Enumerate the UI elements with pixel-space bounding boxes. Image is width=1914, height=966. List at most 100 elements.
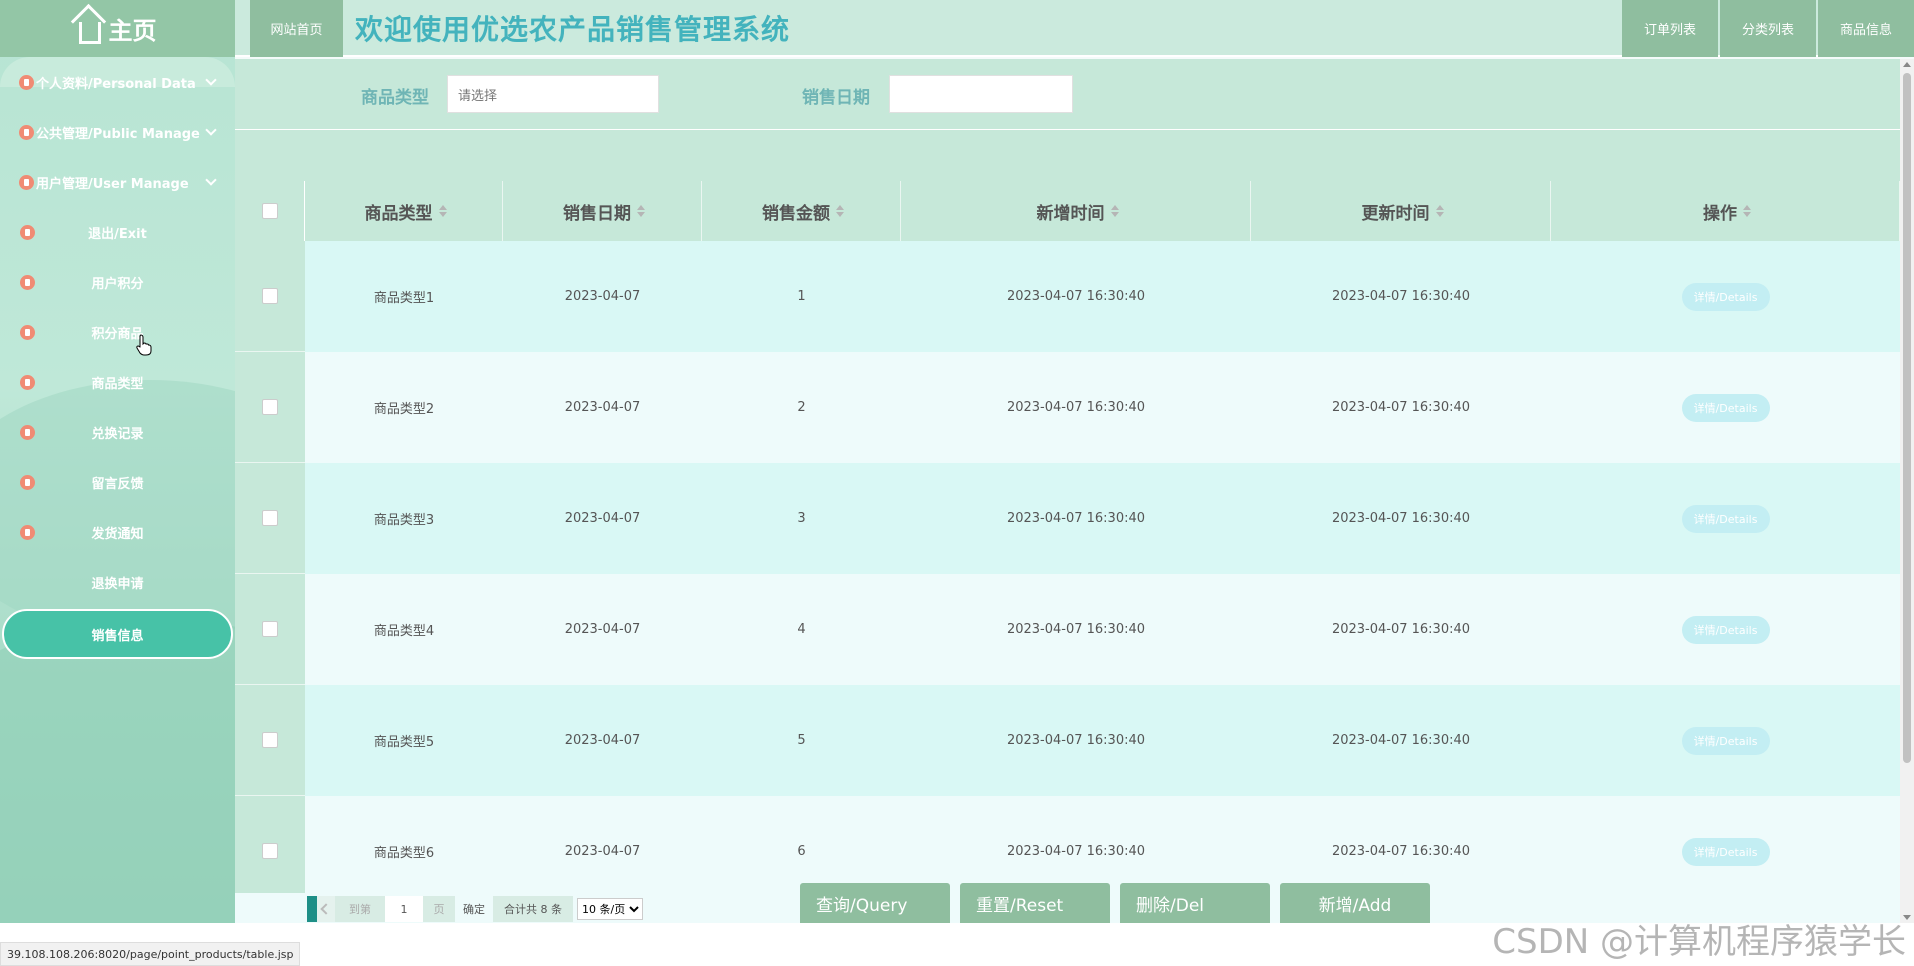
chevron-down-icon <box>205 174 217 186</box>
cell-sales-amount: 4 <box>797 622 806 637</box>
sales-date-input[interactable] <box>889 75 1073 113</box>
header-actions[interactable]: 操作 <box>1551 181 1900 241</box>
sidebar-item-user-points[interactable]: 用户积分 <box>0 257 235 307</box>
column-header: 更新时间 <box>1361 203 1430 224</box>
user-icon <box>19 174 34 190</box>
row-checkbox[interactable] <box>262 288 278 304</box>
menu-group-personal-data[interactable]: 个人资料/Personal Data <box>0 57 235 107</box>
details-button[interactable]: 详情/Details <box>1681 837 1770 866</box>
row-select-cell <box>235 574 305 685</box>
cell-updated-time: 2023-04-07 16:30:40 <box>1331 289 1471 304</box>
row-checkbox[interactable] <box>262 621 278 637</box>
row-checkbox[interactable] <box>262 510 278 526</box>
cell-sales-amount: 2 <box>797 400 806 415</box>
row-select-cell <box>235 796 305 907</box>
cell-actions: 详情/Details <box>1551 241 1900 352</box>
details-button[interactable]: 详情/Details <box>1681 393 1770 422</box>
table-row: 商品类型2 2023-04-07 2 2023-04-07 16:30:40 2… <box>235 352 1900 463</box>
sidebar-item-label: 退出/Exit <box>88 226 147 242</box>
cell-product-type: 商品类型1 <box>373 291 435 306</box>
page-size-select[interactable]: 10 条/页 <box>577 898 643 920</box>
sidebar-item-return-request[interactable]: 退换申请 <box>0 557 235 607</box>
menu-group-label: 用户管理/User Manage <box>36 176 189 192</box>
cell-created-time: 2023-04-07 16:30:40 <box>1006 511 1146 526</box>
cell-product-type: 商品类型3 <box>373 513 435 528</box>
message-icon <box>20 424 35 440</box>
cell-product-type: 商品类型6 <box>373 846 435 861</box>
category-list-button[interactable]: 分类列表 <box>1720 0 1816 57</box>
sidebar-item-label: 商品类型 <box>91 376 144 392</box>
sidebar-item-label: 退换申请 <box>91 576 144 592</box>
vertical-scrollbar[interactable] <box>1900 59 1914 923</box>
sidebar-item-label: 兑换记录 <box>91 426 144 442</box>
status-bar-url: 39.108.108.206:8020/page/point_products/… <box>0 942 301 966</box>
header-sales-amount[interactable]: 销售金额 <box>702 181 901 241</box>
sidebar-item-points-products[interactable]: 积分商品 <box>0 307 235 357</box>
cell-actions: 详情/Details <box>1551 463 1900 574</box>
goto-confirm-button[interactable]: 确定 <box>455 896 493 922</box>
header-sales-date[interactable]: 销售日期 <box>503 181 702 241</box>
cell-sales-amount: 5 <box>797 733 806 748</box>
chevron-left-icon[interactable] <box>317 896 335 922</box>
page-number-input[interactable]: 1 <box>385 896 423 922</box>
table-row: 商品类型3 2023-04-07 3 2023-04-07 16:30:40 2… <box>235 463 1900 574</box>
cell-sales-amount: 3 <box>797 511 806 526</box>
row-checkbox[interactable] <box>262 399 278 415</box>
add-button[interactable]: 新增/Add <box>1280 883 1430 923</box>
details-button[interactable]: 详情/Details <box>1681 504 1770 533</box>
website-home-button[interactable]: 网站首页 <box>250 0 343 57</box>
header-updated-time[interactable]: 更新时间 <box>1251 181 1551 241</box>
header-created-time[interactable]: 新增时间 <box>901 181 1251 241</box>
cell-product-type: 商品类型2 <box>373 402 435 417</box>
sidebar-item-exit[interactable]: 退出/Exit <box>0 207 235 257</box>
details-button[interactable]: 详情/Details <box>1681 615 1770 644</box>
hand-cursor-icon <box>136 334 152 356</box>
sidebar-item-sales-info[interactable]: 销售信息 <box>2 609 233 659</box>
sidebar-item-feedback[interactable]: 留言反馈 <box>0 457 235 507</box>
row-select-cell <box>235 352 305 463</box>
delete-button[interactable]: 删除/Del <box>1120 883 1270 923</box>
cell-actions: 详情/Details <box>1551 685 1900 796</box>
search-bar: 商品类型 请选择 销售日期 <box>235 59 1900 129</box>
cell-created-time: 2023-04-07 16:30:40 <box>1006 622 1146 637</box>
column-header: 商品类型 <box>364 203 433 224</box>
cell-sales-date: 2023-04-07 <box>564 622 641 637</box>
scrollbar-thumb[interactable] <box>1903 73 1911 763</box>
query-button[interactable]: 查询/Query <box>800 883 950 923</box>
flag-icon <box>19 74 34 90</box>
table-row: 商品类型1 2023-04-07 1 2023-04-07 16:30:40 2… <box>235 241 1900 352</box>
row-checkbox[interactable] <box>262 732 278 748</box>
toolbar-band <box>235 129 1900 181</box>
row-select-cell <box>235 685 305 796</box>
menu-group-public-manage[interactable]: 公共管理/Public Manage <box>0 107 235 157</box>
sidebar-item-label: 用户积分 <box>91 276 144 292</box>
table-row: 商品类型4 2023-04-07 4 2023-04-07 16:30:40 2… <box>235 574 1900 685</box>
order-list-button[interactable]: 订单列表 <box>1622 0 1718 57</box>
sidebar-item-label: 发货通知 <box>91 526 144 542</box>
cell-sales-date: 2023-04-07 <box>564 844 641 859</box>
product-type-select[interactable]: 请选择 <box>447 75 659 113</box>
column-header: 新增时间 <box>1036 203 1105 224</box>
table-body: 商品类型1 2023-04-07 1 2023-04-07 16:30:40 2… <box>235 241 1900 907</box>
chevron-down-icon <box>205 74 217 86</box>
home-link[interactable]: 主页 <box>0 0 235 57</box>
cell-updated-time: 2023-04-07 16:30:40 <box>1331 511 1471 526</box>
product-info-button[interactable]: 商品信息 <box>1818 0 1914 57</box>
details-button[interactable]: 详情/Details <box>1681 282 1770 311</box>
scroll-up-icon[interactable] <box>1903 62 1911 67</box>
cell-sales-date: 2023-04-07 <box>564 511 641 526</box>
select-all-checkbox[interactable] <box>261 203 278 219</box>
details-button[interactable]: 详情/Details <box>1681 726 1770 755</box>
reset-button[interactable]: 重置/Reset <box>960 883 1110 923</box>
cell-sales-date: 2023-04-07 <box>564 289 641 304</box>
menu-group-user-manage[interactable]: 用户管理/User Manage <box>0 157 235 207</box>
row-checkbox[interactable] <box>262 843 278 859</box>
header-product-type[interactable]: 商品类型 <box>305 181 503 241</box>
sidebar-item-exchange-records[interactable]: 兑换记录 <box>0 407 235 457</box>
data-table: 商品类型 销售日期 销售金额 新增时间 更新时间 操作 商品类型1 2023-0… <box>235 181 1900 907</box>
header-select-all <box>235 181 305 241</box>
sidebar-item-shipping-notice[interactable]: 发货通知 <box>0 507 235 557</box>
cell-sales-amount: 1 <box>797 289 806 304</box>
cell-actions: 详情/Details <box>1551 796 1900 907</box>
sidebar-item-product-types[interactable]: 商品类型 <box>0 357 235 407</box>
